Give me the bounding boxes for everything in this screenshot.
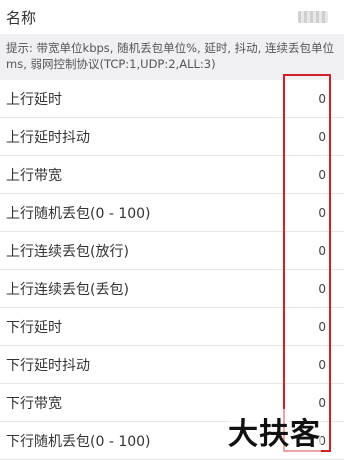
setting-label: 上行连续丢包(丢包) xyxy=(6,281,129,298)
setting-value[interactable]: 0 xyxy=(318,206,326,220)
setting-value[interactable]: 0 xyxy=(318,244,326,258)
blurred-value xyxy=(298,11,328,23)
setting-row[interactable]: 上行连续丢包(丢包) 0 xyxy=(0,270,344,308)
setting-label: 上行连续丢包(放行) xyxy=(6,243,129,260)
watermark-text: 大扶客 xyxy=(228,409,321,453)
setting-label: 下行延时抖动 xyxy=(6,357,90,374)
setting-label: 下行延时 xyxy=(6,319,62,336)
setting-label: 上行延时 xyxy=(6,91,62,108)
setting-label: 上行随机丢包(0 - 100) xyxy=(6,205,151,222)
setting-row[interactable]: 下行延时抖动 0 xyxy=(0,346,344,384)
page-title: 名称 xyxy=(6,8,37,27)
setting-label: 下行随机丢包(0 - 100) xyxy=(6,433,151,450)
setting-value[interactable]: 0 xyxy=(318,320,326,334)
settings-list: 上行延时 0 上行延时抖动 0 上行带宽 0 上行随机丢包(0 - 100) 0… xyxy=(0,80,344,460)
header-bar: 名称 xyxy=(0,0,344,34)
setting-value[interactable]: 0 xyxy=(318,130,326,144)
setting-row[interactable]: 上行带宽 0 xyxy=(0,156,344,194)
setting-row[interactable]: 上行连续丢包(放行) 0 xyxy=(0,232,344,270)
setting-value[interactable]: 0 xyxy=(318,396,326,410)
setting-row[interactable]: 下行延时 0 xyxy=(0,308,344,346)
setting-row[interactable]: 上行延时 0 xyxy=(0,80,344,118)
setting-label: 上行延时抖动 xyxy=(6,129,90,146)
setting-value[interactable]: 0 xyxy=(318,92,326,106)
setting-label: 上行带宽 xyxy=(6,167,62,184)
setting-row[interactable]: 上行随机丢包(0 - 100) 0 xyxy=(0,194,344,232)
setting-value[interactable]: 0 xyxy=(318,168,326,182)
setting-label: 下行带宽 xyxy=(6,395,62,412)
setting-value[interactable]: 0 xyxy=(318,282,326,296)
hint-text: 提示: 带宽单位kbps, 随机丢包单位%, 延时, 抖动, 连续丢包单位ms,… xyxy=(0,34,344,80)
setting-value[interactable]: 0 xyxy=(318,358,326,372)
setting-row[interactable]: 上行延时抖动 0 xyxy=(0,118,344,156)
